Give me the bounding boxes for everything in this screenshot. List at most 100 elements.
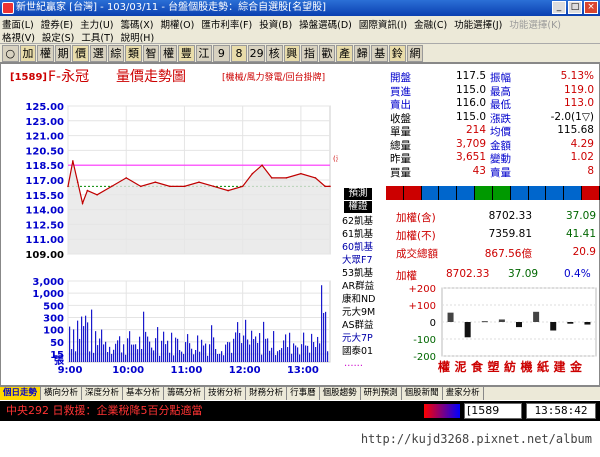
- toolbar-button-18[interactable]: 歡: [318, 45, 336, 62]
- tab-10[interactable]: 個股新聞: [402, 387, 443, 400]
- volume-bar: [223, 355, 225, 362]
- toolbar-button-23[interactable]: 網: [406, 45, 424, 62]
- related-warrant-item[interactable]: 62凱基: [342, 216, 386, 228]
- toolbar-button-14[interactable]: 29: [248, 45, 265, 62]
- price-point: [96, 194, 98, 196]
- menu-item-row1-5[interactable]: 匯市利率(F): [201, 17, 252, 31]
- quote-right-value: -2.0(1▽): [550, 110, 594, 123]
- volume-bar: [229, 342, 231, 362]
- toolbar-button-20[interactable]: 歸: [353, 45, 371, 62]
- menu-item-row1-1[interactable]: 證券(E): [41, 17, 73, 31]
- toolbar-button-12[interactable]: 9: [213, 45, 230, 62]
- volume-bar: [119, 336, 121, 362]
- menu-item-row1-11[interactable]: 功能選擇(K): [509, 17, 561, 31]
- sector-label[interactable]: 食: [471, 358, 483, 375]
- tab-9[interactable]: 研判預測: [361, 387, 402, 400]
- strip-segment: [386, 186, 404, 200]
- toolbar-button-10[interactable]: 豐: [177, 45, 195, 62]
- tab-5[interactable]: 技術分析: [205, 387, 247, 400]
- tab-8[interactable]: 個股趨勢: [320, 387, 361, 400]
- sector-label[interactable]: 金: [570, 358, 582, 375]
- volume-bar: [241, 343, 243, 362]
- toolbar-button-11[interactable]: 江: [195, 45, 213, 62]
- related-warrant-item[interactable]: 61凱基: [342, 229, 386, 241]
- menu-item-row2-2[interactable]: 工具(T): [81, 30, 113, 44]
- toolbar-button-1[interactable]: 加: [19, 45, 37, 62]
- related-warrant-item[interactable]: 大眾F7: [342, 255, 386, 267]
- sector-label[interactable]: 權: [438, 358, 450, 375]
- menu-item-row1-3[interactable]: 籌碼(X): [121, 17, 154, 31]
- toolbar-button-7[interactable]: 類: [125, 45, 142, 62]
- sector-bar: [481, 321, 488, 323]
- toolbar-button-13[interactable]: 8: [230, 45, 248, 62]
- tab-11[interactable]: 畫家分析: [443, 387, 484, 400]
- menu-item-row1-10[interactable]: 功能選擇(J): [454, 17, 502, 31]
- predict-button[interactable]: 預測: [344, 188, 372, 200]
- menu-item-row2-3[interactable]: 說明(H): [121, 30, 155, 44]
- sector-label[interactable]: 泥: [455, 358, 467, 375]
- volume-bar: [215, 349, 217, 362]
- maximize-button[interactable]: □: [568, 1, 582, 14]
- volume-bar: [99, 338, 101, 362]
- menu-item-row2-1[interactable]: 設定(S): [42, 30, 74, 44]
- tab-0[interactable]: 個日走勢: [0, 387, 42, 400]
- toolbar-button-17[interactable]: 指: [301, 45, 318, 62]
- sector-label[interactable]: 紙: [537, 358, 549, 375]
- stock-code-input[interactable]: [1589: [464, 403, 522, 419]
- toolbar-button-15[interactable]: 核: [265, 45, 283, 62]
- toolbar-button-0[interactable]: ○: [2, 45, 19, 62]
- menu-item-row1-4[interactable]: 期權(O): [160, 17, 194, 31]
- sector-bar: [584, 322, 591, 325]
- toolbar-button-6[interactable]: 綜: [107, 45, 125, 62]
- menu-item-row2-0[interactable]: 格視(V): [2, 30, 35, 44]
- related-warrant-item[interactable]: 元大9M: [342, 307, 386, 319]
- menu-item-row1-2[interactable]: 主力(U): [80, 17, 113, 31]
- volume-bar: [291, 353, 293, 362]
- close-button[interactable]: ×: [584, 1, 598, 14]
- price-tick-label: 123.00: [25, 117, 64, 128]
- toolbar-button-21[interactable]: 基: [371, 45, 389, 62]
- toolbar-button-3[interactable]: 期: [54, 45, 72, 62]
- tab-1[interactable]: 橫向分析: [41, 387, 83, 400]
- toolbar-button-5[interactable]: 選: [89, 45, 107, 62]
- related-warrant-item[interactable]: AR群益: [342, 281, 386, 293]
- related-warrant-item[interactable]: 元大7P: [342, 333, 386, 345]
- sector-label[interactable]: 機: [521, 358, 533, 375]
- price-point: [169, 185, 171, 188]
- toolbar-button-2[interactable]: 權: [37, 45, 54, 62]
- menu-item-row1-9[interactable]: 金融(C): [414, 17, 447, 31]
- related-warrant-item[interactable]: AS群益: [342, 320, 386, 332]
- sector-label[interactable]: 紡: [504, 358, 516, 375]
- tab-7[interactable]: 行事曆: [287, 387, 320, 400]
- news-ticker[interactable]: 中央292 日救援：企業稅降5百分點適當: [6, 401, 203, 421]
- menu-item-row1-8[interactable]: 國際資訊(I): [359, 17, 407, 31]
- toolbar-button-4[interactable]: 價: [72, 45, 89, 62]
- related-warrant-item[interactable]: 60凱基: [342, 242, 386, 254]
- related-warrant-item[interactable]: 國泰01: [342, 346, 386, 358]
- sector-bar: [550, 322, 557, 331]
- sector-label[interactable]: 塑: [488, 358, 500, 375]
- toolbar-button-8[interactable]: 智: [142, 45, 160, 62]
- strip-segment: [528, 186, 547, 200]
- index-row: 成交總額 867.56億 20.9: [386, 246, 600, 260]
- menu-item-row1-7[interactable]: 操盤選碼(D): [299, 17, 352, 31]
- menu-item-row1-0[interactable]: 畫面(L): [2, 17, 34, 31]
- toolbar-button-9[interactable]: 權: [160, 45, 177, 62]
- tab-2[interactable]: 深度分析: [82, 387, 124, 400]
- sector-label[interactable]: 建: [554, 358, 566, 375]
- price-volume-chart[interactable]: [1589] F-永冠 量價走勢圖 [機械/風力發電/回台掛牌] 125.00 123.0…: [8, 66, 338, 376]
- toolbar-button-16[interactable]: 興: [283, 45, 301, 62]
- tab-3[interactable]: 基本分析: [123, 387, 165, 400]
- minimize-button[interactable]: _: [552, 1, 566, 14]
- toolbar-button-19[interactable]: 產: [336, 45, 353, 62]
- tab-6[interactable]: 財務分析: [246, 387, 288, 400]
- menu-item-row1-6[interactable]: 投資(B): [259, 17, 292, 31]
- related-warrant-item[interactable]: 53凱基: [342, 268, 386, 280]
- related-warrant-item[interactable]: 康和ND: [342, 294, 386, 306]
- tab-4[interactable]: 籌碼分析: [164, 387, 206, 400]
- compare-button[interactable]: 權證: [344, 201, 372, 213]
- volume-bar: [189, 343, 191, 362]
- index-change: 37.09: [565, 210, 596, 222]
- toolbar-button-22[interactable]: 鈴: [389, 45, 406, 62]
- volume-bar: [191, 348, 193, 362]
